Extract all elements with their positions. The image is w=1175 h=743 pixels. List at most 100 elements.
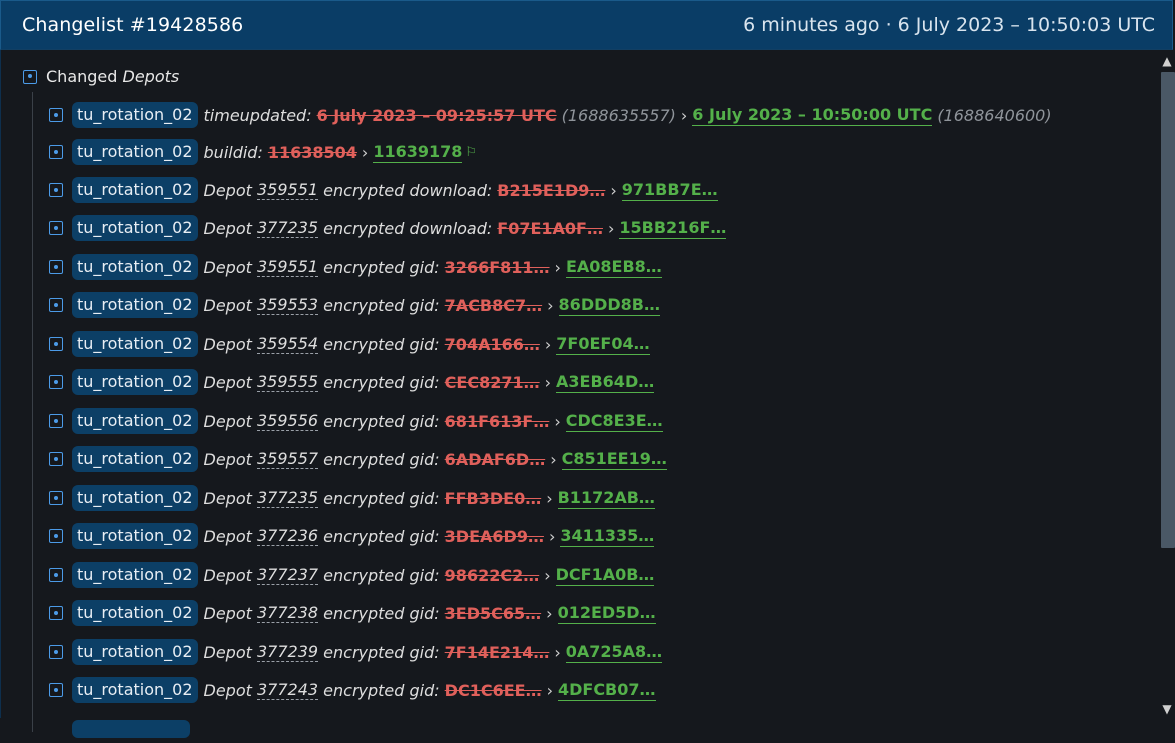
depot-id-link[interactable]: 359556 bbox=[257, 411, 319, 431]
new-value-link[interactable]: 4DFCB07… bbox=[557, 680, 656, 701]
change-arrow: › bbox=[554, 257, 561, 277]
branch-badge[interactable]: tu_rotation_02 bbox=[72, 331, 198, 357]
scroll-thumb[interactable] bbox=[1161, 72, 1175, 548]
chevron-down-icon[interactable]: ▼ bbox=[1160, 702, 1174, 716]
depot-id-link[interactable]: 359551 bbox=[257, 257, 319, 277]
expand-box-icon[interactable] bbox=[49, 375, 63, 389]
change-arrow: › bbox=[550, 449, 557, 469]
new-value-link[interactable]: 86DDD8B… bbox=[558, 295, 660, 316]
expand-box-icon[interactable] bbox=[49, 298, 63, 312]
branch-badge[interactable]: tu_rotation_02 bbox=[72, 215, 198, 241]
branch-badge[interactable]: tu_rotation_02 bbox=[72, 677, 198, 703]
old-value: 6 July 2023 – 09:25:57 UTC bbox=[316, 105, 557, 125]
expand-box-icon[interactable] bbox=[49, 645, 63, 659]
depot-id-link[interactable]: 377235 bbox=[257, 488, 319, 508]
changelist-timestamp: 6 minutes ago · 6 July 2023 – 10:50:03 U… bbox=[743, 14, 1155, 36]
changelist-title: Changelist #19428586 bbox=[22, 14, 244, 36]
depot-id-link[interactable]: 359555 bbox=[257, 372, 319, 392]
depot-id-link[interactable]: 359553 bbox=[257, 295, 319, 315]
branch-badge[interactable] bbox=[72, 720, 190, 738]
branch-badge[interactable]: tu_rotation_02 bbox=[72, 139, 198, 165]
depot-label: Depot bbox=[203, 565, 252, 585]
new-value-link[interactable]: DCF1A0B… bbox=[555, 565, 655, 586]
depot-label: Depot bbox=[203, 488, 252, 508]
expand-box-icon[interactable] bbox=[49, 414, 63, 428]
change-arrow: › bbox=[544, 372, 552, 392]
depot-id-link[interactable]: 377235 bbox=[257, 218, 319, 238]
section-changed-depots[interactable]: Changed Depots bbox=[23, 67, 179, 86]
depot-label: Depot bbox=[203, 680, 252, 700]
new-value-link[interactable]: 3411335… bbox=[560, 526, 655, 547]
depot-label: Depot bbox=[203, 180, 252, 200]
branch-badge[interactable]: tu_rotation_02 bbox=[72, 600, 198, 626]
branch-badge[interactable]: tu_rotation_02 bbox=[72, 485, 198, 511]
new-value-link[interactable]: 6 July 2023 – 10:50:00 UTC bbox=[692, 105, 933, 126]
change-arrow: › bbox=[610, 180, 617, 200]
change-row: tu_rotation_02 Depot 359551 encrypted dow… bbox=[49, 176, 718, 204]
branch-badge[interactable]: tu_rotation_02 bbox=[72, 177, 198, 203]
branch-badge[interactable]: tu_rotation_02 bbox=[72, 408, 198, 434]
new-value-link[interactable]: 012ED5D… bbox=[557, 603, 656, 624]
new-value-link[interactable]: 7F0EF04… bbox=[556, 334, 650, 355]
scrollbar[interactable]: ▲ ▼ bbox=[1155, 50, 1175, 718]
change-key: encrypted gid: bbox=[323, 449, 440, 469]
depot-id-link[interactable]: 377236 bbox=[257, 526, 319, 546]
expand-box-icon[interactable] bbox=[49, 108, 63, 122]
new-value-link[interactable]: 0A725A8… bbox=[565, 642, 663, 663]
branch-badge[interactable]: tu_rotation_02 bbox=[72, 292, 198, 318]
new-value-link[interactable]: C851EE19… bbox=[561, 449, 667, 470]
expand-box-icon[interactable] bbox=[49, 568, 63, 582]
depot-id-link[interactable]: 377237 bbox=[257, 565, 319, 585]
branch-badge[interactable]: tu_rotation_02 bbox=[72, 523, 198, 549]
depot-label: Depot bbox=[203, 295, 252, 315]
new-value-link[interactable]: B1172AB… bbox=[557, 488, 655, 509]
depot-id-link[interactable]: 377238 bbox=[257, 603, 319, 623]
depot-id-link[interactable]: 359557 bbox=[257, 449, 319, 469]
flag-icon[interactable]: ⚐ bbox=[465, 145, 477, 160]
section-prefix: Changed bbox=[46, 67, 118, 86]
old-value: 681F613F… bbox=[444, 411, 550, 431]
branch-badge[interactable]: tu_rotation_02 bbox=[72, 102, 198, 128]
change-arrow: › bbox=[680, 105, 688, 125]
new-value-link[interactable]: 15BB216F… bbox=[619, 218, 727, 239]
branch-badge[interactable]: tu_rotation_02 bbox=[72, 254, 198, 280]
expand-box-icon[interactable] bbox=[49, 452, 63, 466]
change-arrow: › bbox=[546, 603, 553, 623]
new-value-link[interactable]: CDC8E3E… bbox=[565, 411, 663, 432]
new-value-link[interactable]: EA08EB8… bbox=[565, 257, 662, 278]
chevron-up-icon[interactable]: ▲ bbox=[1160, 54, 1174, 68]
change-row: tu_rotation_02 Depot 359551 encrypted gid… bbox=[49, 253, 662, 281]
expand-box-icon[interactable] bbox=[49, 337, 63, 351]
depot-id-link[interactable]: 359554 bbox=[257, 334, 319, 354]
expand-box-icon[interactable] bbox=[49, 491, 63, 505]
expand-box-icon[interactable] bbox=[49, 529, 63, 543]
expand-box-icon[interactable] bbox=[49, 683, 63, 697]
expand-box-icon[interactable] bbox=[49, 145, 63, 159]
depot-id-link[interactable]: 359551 bbox=[257, 180, 319, 200]
branch-badge[interactable]: tu_rotation_02 bbox=[72, 369, 198, 395]
new-value-link[interactable]: A3EB64D… bbox=[556, 372, 655, 393]
expand-box-icon[interactable] bbox=[49, 221, 63, 235]
depot-label: Depot bbox=[203, 449, 252, 469]
branch-badge[interactable]: tu_rotation_02 bbox=[72, 639, 198, 665]
new-value-link[interactable]: 971BB7E… bbox=[621, 180, 718, 201]
change-row: tu_rotation_02 Depot 377239 encrypted gid… bbox=[49, 638, 663, 666]
old-value: 7F14E214… bbox=[444, 642, 550, 662]
expand-box-icon[interactable] bbox=[49, 606, 63, 620]
depot-id-link[interactable]: 377243 bbox=[257, 680, 319, 700]
old-value: 704A166… bbox=[444, 334, 540, 354]
new-unix-time: (1688640600) bbox=[937, 105, 1052, 125]
new-value-link[interactable]: 11639178 bbox=[373, 142, 463, 163]
change-key: encrypted gid: bbox=[323, 411, 440, 431]
depot-id-link[interactable]: 377239 bbox=[257, 642, 319, 662]
change-row: tu_rotation_02 Depot 359554 encrypted gid… bbox=[49, 330, 650, 358]
change-row: tu_rotation_02 Depot 377243 encrypted gid… bbox=[49, 676, 656, 704]
old-value: 3266F811… bbox=[444, 257, 550, 277]
expand-box-icon[interactable] bbox=[23, 69, 37, 84]
change-arrow: › bbox=[607, 218, 615, 238]
branch-badge[interactable]: tu_rotation_02 bbox=[72, 446, 198, 472]
branch-badge[interactable]: tu_rotation_02 bbox=[72, 562, 198, 588]
expand-box-icon[interactable] bbox=[49, 260, 63, 274]
depot-label: Depot bbox=[203, 603, 252, 623]
expand-box-icon[interactable] bbox=[49, 183, 63, 197]
